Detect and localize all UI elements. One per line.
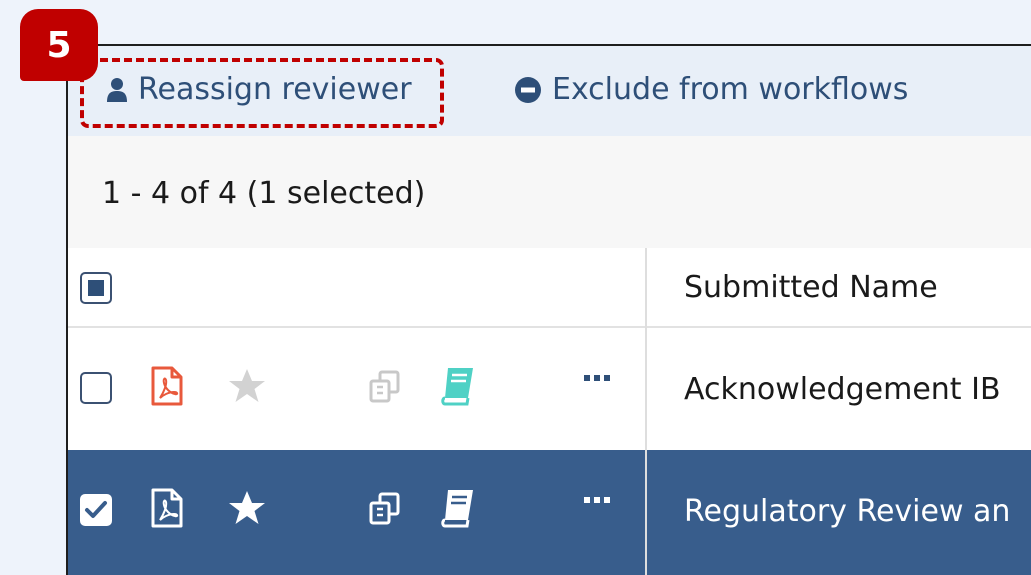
duplicate-icon[interactable] xyxy=(368,492,402,526)
table-header-row: Submitted Name xyxy=(68,248,1031,328)
column-header-submitted-name[interactable]: Submitted Name xyxy=(684,270,938,305)
reassign-reviewer-button[interactable]: Reassign reviewer xyxy=(106,72,412,107)
star-icon[interactable] xyxy=(228,490,266,526)
pdf-icon[interactable] xyxy=(150,488,184,528)
table-row-selected[interactable]: Regulatory Review an xyxy=(68,450,1031,575)
table-row[interactable]: Acknowledgement IB xyxy=(68,328,1031,452)
duplicate-icon[interactable] xyxy=(368,370,402,404)
checkmark-icon xyxy=(85,501,107,518)
row-checkbox-checked[interactable] xyxy=(80,494,112,526)
book-icon[interactable] xyxy=(440,366,476,406)
toolbar: Reassign reviewer Exclude from workflows xyxy=(68,46,1031,136)
submitted-name-cell[interactable]: Regulatory Review an xyxy=(684,494,1010,529)
more-actions-icon[interactable] xyxy=(584,374,610,382)
step-number-badge: 5 xyxy=(20,9,98,81)
exclude-from-workflows-label: Exclude from workflows xyxy=(552,72,909,107)
results-count: 1 - 4 of 4 (1 selected) xyxy=(102,176,426,211)
more-actions-icon[interactable] xyxy=(584,496,610,504)
document-list-panel: Reassign reviewer Exclude from workflows… xyxy=(66,44,1031,575)
user-icon xyxy=(106,77,128,103)
star-icon[interactable] xyxy=(228,368,266,404)
pdf-icon[interactable] xyxy=(150,366,184,406)
row-checkbox[interactable] xyxy=(80,372,112,404)
results-summary-bar: 1 - 4 of 4 (1 selected) xyxy=(68,136,1031,248)
column-divider[interactable] xyxy=(645,248,647,575)
submitted-name-cell[interactable]: Acknowledgement IB xyxy=(684,372,1001,407)
select-all-checkbox[interactable] xyxy=(80,272,112,304)
exclude-from-workflows-button[interactable]: Exclude from workflows xyxy=(514,72,908,107)
minus-circle-icon xyxy=(514,76,542,104)
reassign-reviewer-label: Reassign reviewer xyxy=(138,72,412,107)
partial-selection-indicator xyxy=(88,280,104,296)
book-icon[interactable] xyxy=(440,488,476,528)
